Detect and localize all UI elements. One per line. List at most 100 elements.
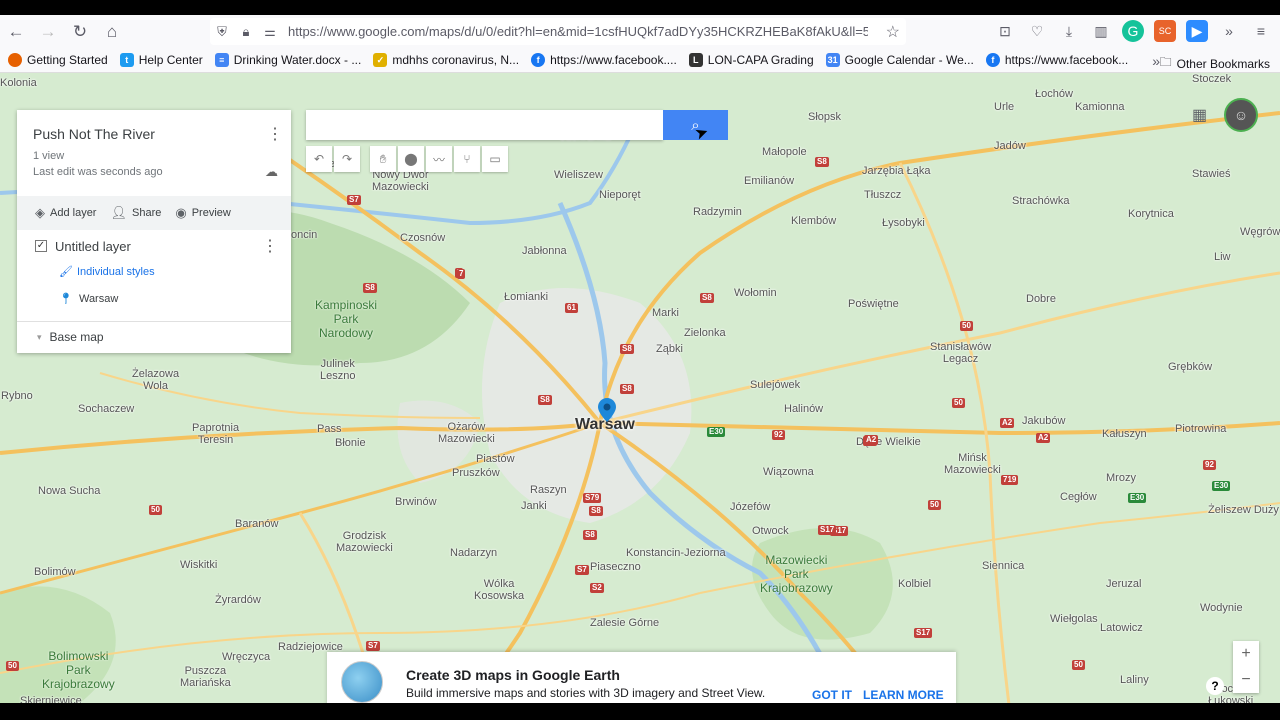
undo-button[interactable]: ↶ [306,146,332,172]
grammarly-icon[interactable]: G [1122,20,1144,42]
place-label: Małopole [762,146,807,158]
place-label: Radzymin [693,206,742,218]
place-label: Otwock [752,525,789,537]
search-input[interactable] [306,110,663,140]
place-label: Ząbki [656,343,683,355]
other-bookmarks[interactable]: 🗀︎ Other Bookmarks [1160,53,1270,74]
place-label: Laliny [1120,674,1149,686]
bookmark-item[interactable]: f https://www.facebook.... [531,53,677,67]
panel-actions: ◈ Add layer 👤︎ Share ◉ Preview [17,196,291,230]
screencast-icon[interactable]: SC [1154,20,1176,42]
add-person-icon: 👤︎ [110,205,127,220]
place-label: Latowicz [1100,622,1143,634]
menu-icon[interactable]: ≡ [1250,20,1272,42]
place-label: Urle [994,101,1015,113]
zoom-app-icon[interactable]: ▶ [1186,20,1208,42]
road-shield: S7 [366,641,380,651]
url-text[interactable]: https://www.google.com/maps/d/u/0/edit?h… [288,24,868,39]
address-bar[interactable]: ⛨ 🔒︎ ⚌ https://www.google.com/maps/d/u/0… [210,18,906,45]
bookmark-item[interactable]: ≡ Drinking Water.docx - ... [214,53,362,67]
place-label: Wiełgolas [1050,613,1098,625]
hand-tool-button[interactable]: ✋︎ [370,146,396,172]
pocket-icon[interactable]: ⊡ [994,20,1016,42]
bookmark-item[interactable]: ✓ mdhhs coronavirus, N... [373,53,519,67]
bookmark-item[interactable]: t Help Center [119,53,203,67]
browser-toolbar: ← → ↻ ⌂ ⛨ 🔒︎ ⚌ https://www.google.com/ma… [0,15,1280,48]
place-label: Jeruzal [1106,578,1142,590]
road-shield: A2 [864,435,879,445]
place-label: Łomianki [504,291,549,303]
place-label: Skierniewice [20,695,82,703]
star-icon[interactable]: ☆ [886,22,900,42]
map-canvas[interactable]: SłopskŁochówKamionnaUrleJachrankaMałopol… [0,73,1280,703]
map-pin-icon[interactable] [598,398,616,422]
road-shield: E30 [1212,481,1231,491]
place-label: Julinek Leszno [320,358,356,382]
place-label: Wieliszew [554,169,603,181]
place-label: Stawieś [1192,168,1231,180]
zoom-out-button[interactable]: − [1233,667,1259,693]
place-label: Błonie [335,437,366,449]
learn-more-button[interactable]: LEARN MORE [863,688,944,702]
more-options-icon[interactable]: ⋮ [267,124,283,144]
bookmark-label: Drinking Water.docx - ... [233,53,362,67]
zoom-controls: + − [1233,641,1259,693]
road-shield: 50 [928,500,941,510]
layer-checkbox[interactable]: ✓ [35,240,47,252]
road-shield: S8 [700,293,714,303]
bookmark-label: Getting Started [27,53,108,67]
facebook-icon: f [531,53,546,67]
layer-options-icon[interactable]: ⋮ [262,236,278,256]
place-label: Łysobyki [882,217,925,229]
bookmark-item[interactable]: f https://www.facebook... [985,53,1128,67]
place-label: Piotrowina [1175,423,1227,435]
redo-button[interactable]: ↷ [334,146,360,172]
road-shield: S8 [538,395,552,405]
got-it-button[interactable]: GOT IT [812,688,852,702]
twitter-icon: t [119,53,134,67]
bookmark-item[interactable]: 31 Google Calendar - We... [825,53,974,67]
place-label: Stoczek [1192,73,1232,85]
road-shield: E30 [707,427,726,437]
individual-styles-link[interactable]: 🖌︎ Individual styles [59,265,155,279]
share-button[interactable]: 👤︎ Share [110,205,161,221]
place-label: Zielonka [684,327,726,339]
feature-item[interactable]: 📍︎ Warsaw [59,292,118,306]
road-shield: S8 [815,157,829,167]
layer-name[interactable]: Untitled layer [55,239,131,254]
overflow-icon[interactable]: » [1218,20,1240,42]
place-label: Wólka Kosowska [474,578,525,602]
share-label: Share [132,207,162,219]
place-label: Grębków [1168,361,1213,373]
reload-button[interactable]: ↻ [64,18,96,46]
place-label: Żelazowa Wola [132,368,180,392]
bookmark-item[interactable]: Getting Started [8,53,108,67]
save-icon[interactable]: ♡ [1026,20,1048,42]
bookmark-item[interactable]: L LON-CAPA Grading [688,53,814,67]
apps-grid-icon[interactable]: ▦ [1192,105,1207,125]
measure-button[interactable]: ▭ [482,146,508,172]
zoom-in-button[interactable]: + [1233,641,1259,667]
directions-button[interactable]: ⑂ [454,146,480,172]
draw-line-button[interactable]: 〰 [426,146,452,172]
place-label: Klembów [791,215,837,227]
forward-button[interactable]: → [32,18,64,46]
download-icon[interactable]: ⤓ [1058,20,1080,42]
eye-icon: ◉ [175,205,187,220]
place-label: Dobre [1026,293,1056,305]
preview-button[interactable]: ◉ Preview [175,205,230,221]
add-layer-button[interactable]: ◈ Add layer [35,205,96,221]
avatar[interactable]: ☺ [1224,98,1258,132]
road-shield: S79 [583,493,602,503]
lock-icon: 🔒︎ [242,23,250,39]
toolbar-extensions: ⊡ ♡ ⤓ ▥ G SC ▶ » ≡ [994,20,1272,42]
place-label: Jabłonna [522,245,567,257]
map-title[interactable]: Push Not The River [33,126,155,142]
add-marker-button[interactable]: ⬤ [398,146,424,172]
reader-icon[interactable]: ▥ [1090,20,1112,42]
base-map-toggle[interactable]: ▾ Base map [37,330,104,344]
help-button[interactable]: ? [1206,677,1224,695]
back-button[interactable]: ← [0,18,32,46]
home-button[interactable]: ⌂ [96,18,128,46]
place-label: Kamionna [1075,101,1125,113]
